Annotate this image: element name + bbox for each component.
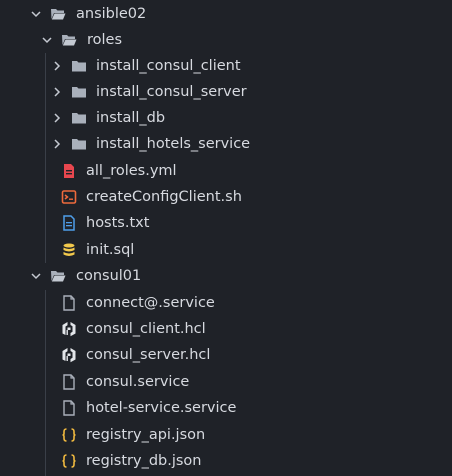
file-icon xyxy=(63,400,75,416)
hashicorp-icon xyxy=(62,322,76,337)
tree-item-roles[interactable]: roles xyxy=(0,27,452,53)
folder-open-icon xyxy=(51,9,66,20)
tree-item-consul-client-hcl[interactable]: consul_client.hcl xyxy=(0,316,452,342)
folder-icon xyxy=(72,87,86,98)
folder-icon xyxy=(72,139,86,150)
hashicorp-icon xyxy=(62,348,76,363)
json-braces-icon xyxy=(62,428,76,442)
tree-item-label: install_consul_server xyxy=(96,84,247,100)
chevron-right-icon xyxy=(54,61,61,71)
chevron-right-icon xyxy=(54,87,61,97)
database-icon xyxy=(63,243,75,256)
tree-item-label: consul.service xyxy=(86,374,190,390)
tree-item-consul-server-hcl[interactable]: consul_server.hcl xyxy=(0,342,452,368)
tree-item-all-roles-yml[interactable]: all_roles.yml xyxy=(0,158,452,184)
tree-item-consul-service[interactable]: consul.service xyxy=(0,369,452,395)
json-braces-icon xyxy=(62,454,76,468)
tree-item-create-config-client-sh[interactable]: createConfigClient.sh xyxy=(0,184,452,210)
file-explorer-tree: ansible02 roles install_consul_client in… xyxy=(0,0,452,476)
yaml-file-icon xyxy=(64,164,74,178)
folder-icon xyxy=(72,61,86,72)
folder-icon xyxy=(72,113,86,124)
tree-item-label: registry_api.json xyxy=(86,427,206,443)
text-file-icon xyxy=(63,215,75,231)
tree-item-hosts-txt[interactable]: hosts.txt xyxy=(0,210,452,236)
tree-item-install-db[interactable]: install_db xyxy=(0,105,452,131)
chevron-down-icon xyxy=(31,11,41,18)
tree-item-init-sql[interactable]: init.sql xyxy=(0,237,452,263)
tree-item-label: install_consul_client xyxy=(96,58,241,74)
chevron-down-icon xyxy=(42,37,52,44)
tree-item-connect-service[interactable]: connect@.service xyxy=(0,290,452,316)
tree-item-ansible02[interactable]: ansible02 xyxy=(0,1,452,27)
tree-item-label: consul01 xyxy=(76,268,142,284)
tree-item-label: hotel-service.service xyxy=(86,400,237,416)
tree-item-hotel-service-service[interactable]: hotel-service.service xyxy=(0,395,452,421)
chevron-right-icon xyxy=(54,113,61,123)
tree-item-label: roles xyxy=(87,32,123,48)
folder-open-icon xyxy=(62,35,77,46)
folder-open-icon xyxy=(51,271,66,282)
tree-item-label: all_roles.yml xyxy=(86,163,177,179)
tree-item-install-consul-server[interactable]: install_consul_server xyxy=(0,79,452,105)
tree-item-registry-api-json[interactable]: registry_api.json xyxy=(0,422,452,448)
tree-item-label: install_db xyxy=(96,110,166,126)
tree-item-label: hosts.txt xyxy=(86,215,150,231)
file-icon xyxy=(63,295,75,311)
tree-item-registry-db-json[interactable]: registry_db.json xyxy=(0,448,452,474)
tree-item-label: install_hotels_service xyxy=(96,136,251,152)
chevron-right-icon xyxy=(54,139,61,149)
tree-item-install-hotels-service[interactable]: install_hotels_service xyxy=(0,131,452,157)
tree-item-label: consul_client.hcl xyxy=(86,321,206,337)
chevron-down-icon xyxy=(31,273,41,280)
tree-item-consul01[interactable]: consul01 xyxy=(0,263,452,289)
tree-item-label: ansible02 xyxy=(76,6,147,22)
tree-item-install-consul-client[interactable]: install_consul_client xyxy=(0,53,452,79)
shell-script-icon xyxy=(61,190,77,204)
file-icon xyxy=(63,374,75,390)
tree-item-label: createConfigClient.sh xyxy=(86,189,242,205)
tree-item-label: connect@.service xyxy=(86,295,215,311)
tree-item-label: init.sql xyxy=(86,242,135,258)
tree-item-label: registry_db.json xyxy=(86,453,202,469)
tree-item-label: consul_server.hcl xyxy=(86,347,211,363)
